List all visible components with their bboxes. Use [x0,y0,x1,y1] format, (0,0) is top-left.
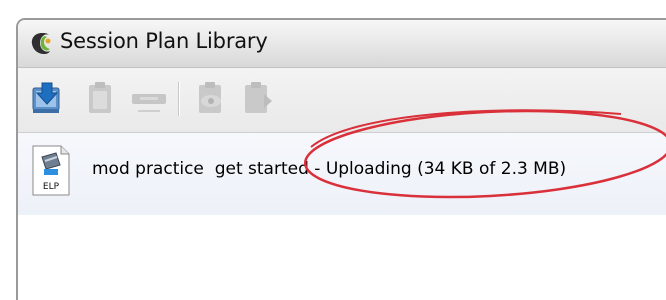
library-list: ELP mod practice get started - Uploading… [18,133,666,300]
upload-status: - Uploading (34 KB of 2.3 MB) [308,159,567,179]
remove-icon [130,80,170,116]
elp-file-icon: ELP [30,145,72,197]
app-logo-icon [28,30,54,58]
clipboard-icon [84,80,118,116]
list-item-text: mod practice get started - Uploading (34… [92,159,566,179]
toolbar [18,68,666,133]
title-bar: Session Plan Library [18,20,666,68]
launch-icon [240,80,274,116]
preview-icon [194,80,228,116]
toolbar-separator [178,82,180,116]
download-icon[interactable] [30,80,64,116]
session-plan-library-window: Session Plan Library ELP mod practice ge… [16,18,666,300]
file-type-label: ELP [43,182,60,192]
list-item[interactable]: ELP mod practice get started - Uploading… [18,133,666,215]
window-title: Session Plan Library [60,29,268,53]
session-plan-name: mod practice get started [92,159,309,179]
